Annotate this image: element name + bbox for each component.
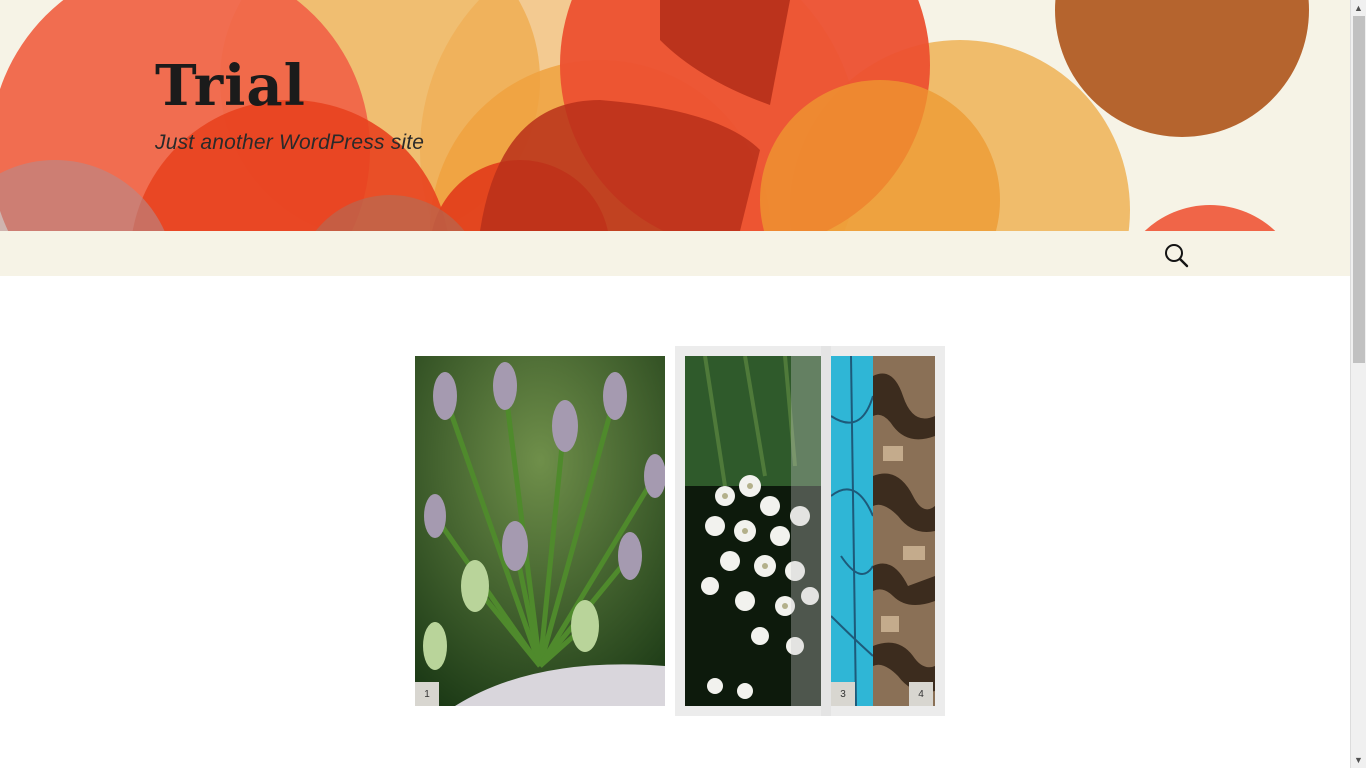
image-number-badge: 3 xyxy=(831,682,855,706)
gallery-image-2[interactable] xyxy=(685,356,821,706)
image-number-badge: 4 xyxy=(909,682,933,706)
blue-wing-image xyxy=(831,356,873,706)
gallery-image-4[interactable]: 4 xyxy=(873,356,935,706)
scroll-thumb[interactable] xyxy=(1353,16,1365,363)
image-gallery: 1 3 4 xyxy=(0,0,1350,768)
scroll-up-arrow-icon[interactable]: ▲ xyxy=(1351,0,1366,16)
image-number-badge: 1 xyxy=(415,682,439,706)
vertical-scrollbar[interactable]: ▲ ▼ xyxy=(1350,0,1366,768)
gallery-divider xyxy=(821,346,831,716)
gallery-image-1[interactable]: 1 xyxy=(415,356,665,706)
tree-bark-image xyxy=(873,356,935,706)
gallery-image-3[interactable]: 3 xyxy=(831,356,873,706)
scroll-down-arrow-icon[interactable]: ▼ xyxy=(1351,752,1366,768)
white-flowers-image xyxy=(685,356,821,706)
allium-image xyxy=(415,356,665,706)
